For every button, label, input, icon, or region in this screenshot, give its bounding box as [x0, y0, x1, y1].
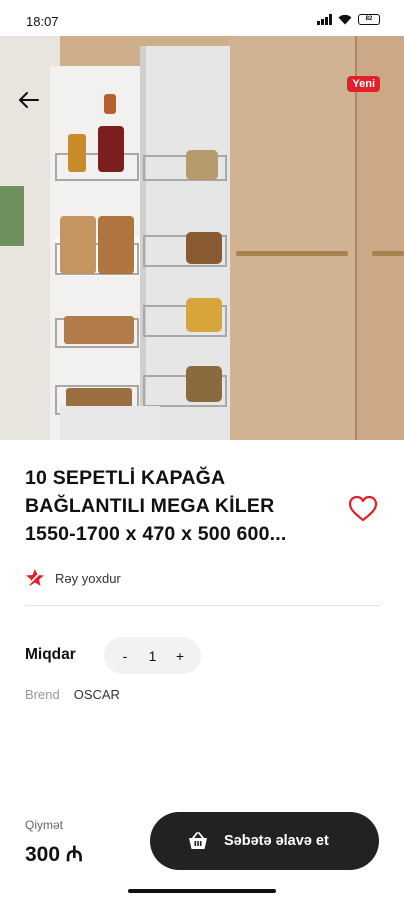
decrease-button[interactable]: - [118, 648, 132, 664]
add-to-cart-button[interactable]: Səbətə əlavə et [150, 812, 379, 870]
basket-icon [189, 832, 207, 849]
product-title: 10 SEPETLİ KAPAĞA BAĞLANTILI MEGA KİLER … [25, 464, 355, 548]
brand-row: Brend OSCAR [25, 687, 120, 702]
product-image[interactable]: Yeni [0, 36, 404, 440]
rating-row: Rəy yoxdur [25, 568, 121, 588]
quantity-label: Miqdar [25, 646, 76, 663]
brand-label: Brend [25, 687, 60, 702]
quantity-value: 1 [148, 647, 157, 664]
add-to-cart-label: Səbətə əlavə et [224, 833, 329, 849]
home-indicator[interactable] [128, 889, 276, 893]
arrow-left-icon [19, 92, 39, 108]
rating-text: Rəy yoxdur [55, 570, 121, 586]
status-icons: 82 [317, 14, 380, 25]
product-title-line: 10 SEPETLİ KAPAĞA [25, 467, 226, 489]
product-title-line: BAĞLANTILI MEGA KİLER [25, 495, 275, 517]
product-title-line: 1550-1700 x 470 x 500 600... [25, 523, 287, 545]
heart-icon [348, 495, 378, 522]
price-value: 300 ₼ [25, 843, 83, 866]
signal-icon [317, 14, 332, 25]
brand-value[interactable]: OSCAR [74, 687, 120, 702]
increase-button[interactable]: + [173, 648, 187, 664]
quantity-stepper: - 1 + [104, 637, 201, 674]
favorite-button[interactable] [348, 494, 378, 524]
divider [25, 605, 380, 606]
wifi-icon [338, 14, 352, 25]
status-time: 18:07 [26, 14, 59, 29]
pantry-illustration [0, 36, 404, 440]
battery-icon: 82 [358, 14, 380, 25]
new-badge: Yeni [347, 76, 380, 92]
status-bar: 18:07 82 [0, 0, 404, 36]
price-label: Qiymət [25, 818, 64, 832]
back-button[interactable] [14, 88, 44, 112]
star-icon [26, 569, 44, 587]
